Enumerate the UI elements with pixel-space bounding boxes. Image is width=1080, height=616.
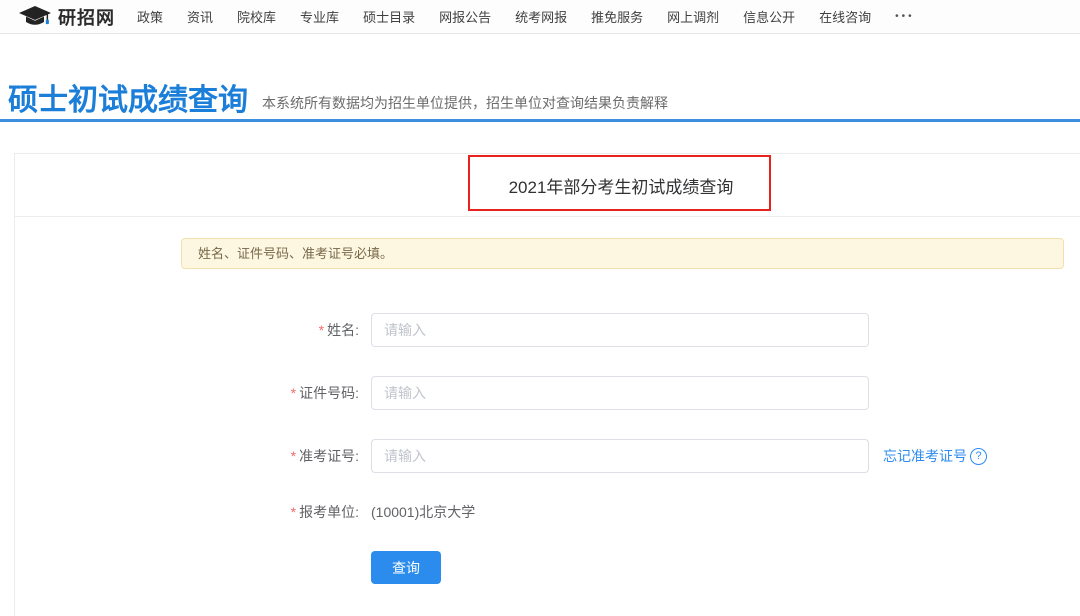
query-form: *姓名: *证件号码: *准考证号: 忘记准考证号?	[181, 313, 1080, 584]
name-input[interactable]	[371, 313, 869, 347]
required-asterisk: *	[291, 448, 296, 464]
nav-item-exemption-service[interactable]: 推免服务	[591, 7, 643, 26]
nav-item-online-report-notice[interactable]: 网报公告	[439, 7, 491, 26]
nav-menu: 政策 资讯 院校库 专业库 硕士目录 网报公告 统考网报 推免服务 网上调剂 信…	[137, 7, 871, 26]
id-number-label: *证件号码:	[181, 383, 371, 403]
header-divider	[0, 119, 1080, 122]
nav-item-college-library[interactable]: 院校库	[237, 7, 276, 26]
logo-text: 研招网	[58, 4, 115, 30]
target-university-label: *报考单位:	[181, 502, 371, 522]
form-row-admission-ticket: *准考证号: 忘记准考证号?	[181, 439, 1080, 473]
required-asterisk: *	[291, 504, 296, 520]
top-nav: 研招网 政策 资讯 院校库 专业库 硕士目录 网报公告 统考网报 推免服务 网上…	[0, 0, 1080, 34]
panel-header: 2021年部分考生初试成绩查询	[15, 154, 1080, 217]
query-button[interactable]: 查询	[371, 551, 441, 584]
admission-ticket-label: *准考证号:	[181, 446, 371, 466]
page-title: 硕士初试成绩查询	[8, 83, 248, 119]
graduation-cap-icon	[18, 5, 52, 29]
nav-item-major-library[interactable]: 专业库	[300, 7, 339, 26]
name-label: *姓名:	[181, 320, 371, 340]
admission-ticket-input[interactable]	[371, 439, 869, 473]
page-subtitle: 本系统所有数据均为招生单位提供，招生单位对查询结果负责解释	[262, 93, 668, 119]
nav-item-unified-exam-report[interactable]: 统考网报	[515, 7, 567, 26]
nav-item-news[interactable]: 资讯	[187, 7, 213, 26]
nav-more-ellipsis[interactable]: •••	[895, 11, 915, 22]
forgot-ticket-link[interactable]: 忘记准考证号?	[883, 446, 987, 466]
page-header: 硕士初试成绩查询 本系统所有数据均为招生单位提供，招生单位对查询结果负责解释	[0, 34, 1080, 119]
required-asterisk: *	[291, 385, 296, 401]
site-logo[interactable]: 研招网	[18, 4, 115, 30]
nav-item-master-catalog[interactable]: 硕士目录	[363, 7, 415, 26]
nav-item-policy[interactable]: 政策	[137, 7, 163, 26]
help-question-icon: ?	[970, 448, 987, 465]
nav-item-info-disclosure[interactable]: 信息公开	[743, 7, 795, 26]
query-panel: 2021年部分考生初试成绩查询 姓名、证件号码、准考证号必填。 *姓名: *证件…	[14, 153, 1080, 616]
nav-item-online-consult[interactable]: 在线咨询	[819, 7, 871, 26]
form-row-id-number: *证件号码:	[181, 376, 1080, 410]
forgot-ticket-link-text: 忘记准考证号	[883, 446, 967, 466]
required-fields-notice: 姓名、证件号码、准考证号必填。	[181, 238, 1064, 269]
form-row-target-university: *报考单位: (10001)北京大学	[181, 502, 1080, 522]
panel-title: 2021年部分考生初试成绩查询	[509, 173, 734, 198]
panel-body: 姓名、证件号码、准考证号必填。 *姓名: *证件号码: *准考证号:	[15, 217, 1080, 584]
submit-row: 查询	[371, 551, 1080, 584]
required-asterisk: *	[319, 322, 324, 338]
nav-item-online-adjustment[interactable]: 网上调剂	[667, 7, 719, 26]
target-university-value: (10001)北京大学	[371, 502, 475, 522]
form-row-name: *姓名:	[181, 313, 1080, 347]
id-number-input[interactable]	[371, 376, 869, 410]
